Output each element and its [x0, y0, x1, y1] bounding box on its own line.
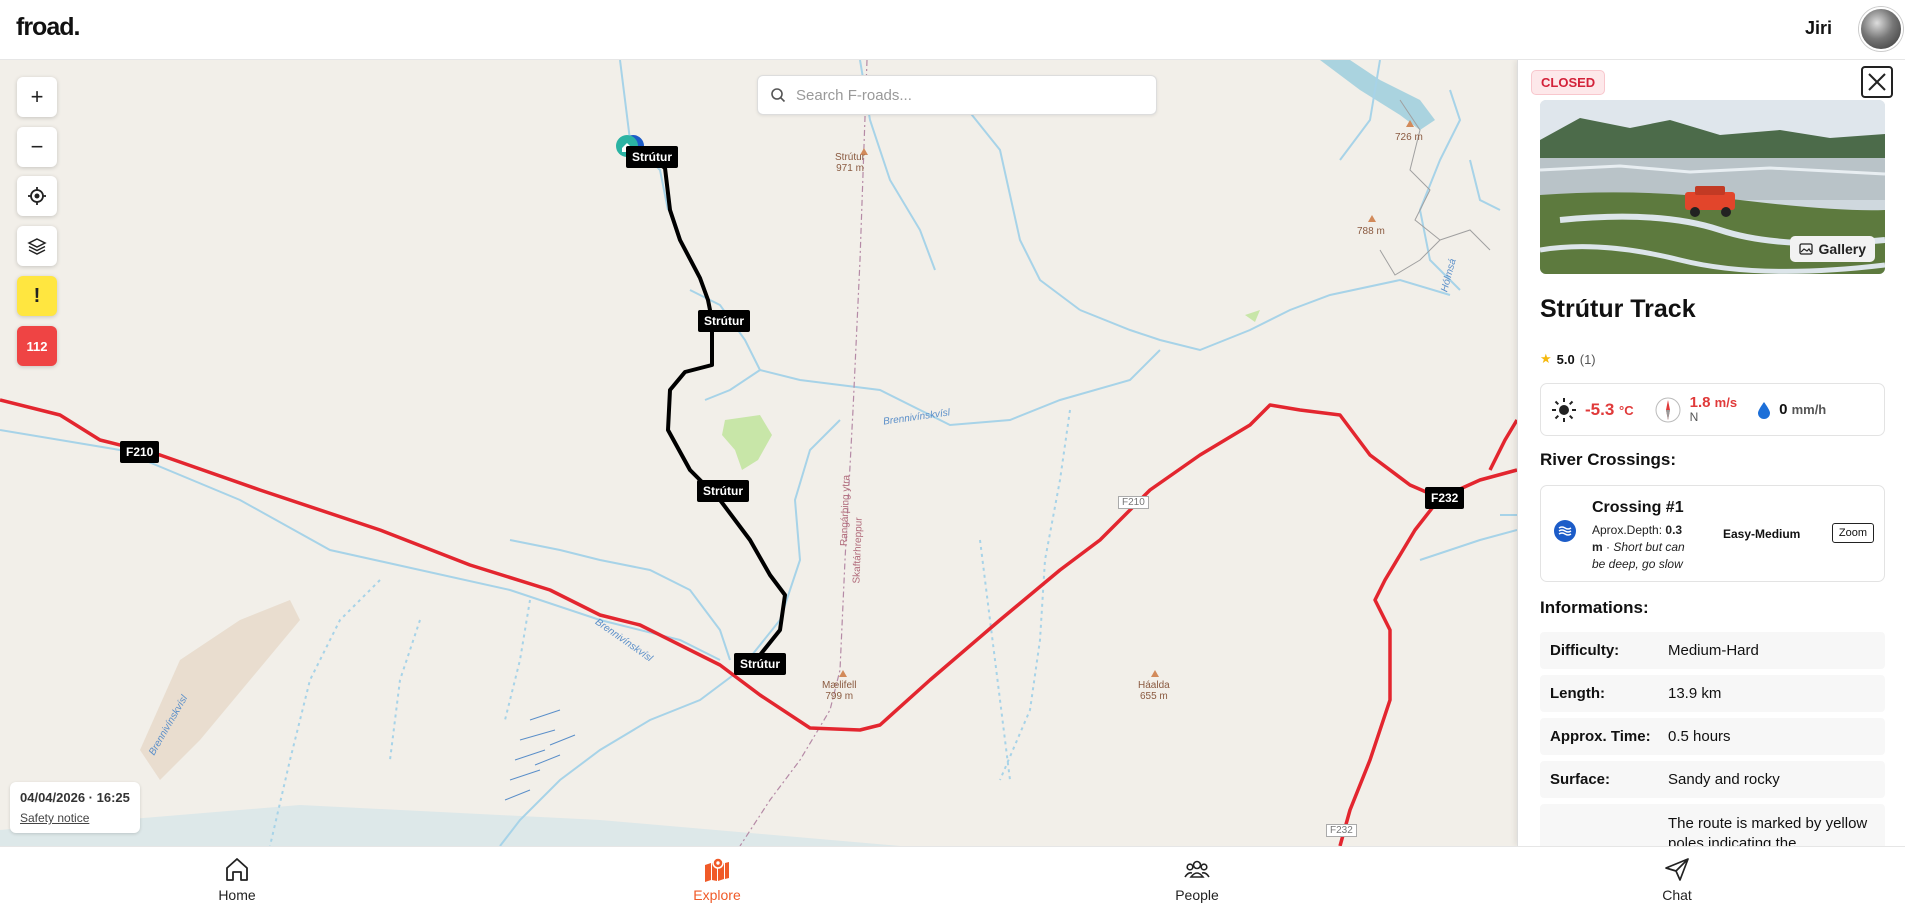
peak-label-strutur: Strútur 971 m	[835, 152, 866, 174]
route-title: Strútur Track	[1540, 295, 1696, 323]
crosshair-icon	[28, 187, 46, 205]
route-detail-panel: CLOSED Gallery Strútur Track ★ 5.0 (1) -…	[1517, 60, 1905, 846]
track-label[interactable]: Strútur	[698, 310, 750, 332]
home-icon	[226, 858, 248, 881]
rain: 0 mm/h	[1747, 401, 1836, 419]
gallery-button[interactable]: Gallery	[1789, 236, 1875, 262]
emergency-112-button[interactable]: 112	[17, 326, 57, 366]
crossing-title: Crossing #1	[1592, 499, 1684, 516]
nav-home[interactable]: Home	[177, 855, 297, 903]
map-canvas[interactable]: Strútur 971 m 726 m 788 m Mælifell 799 m H…	[0, 60, 1517, 846]
top-bar: froad. Jiri	[0, 0, 1905, 60]
nav-people[interactable]: People	[1137, 855, 1257, 903]
avatar[interactable]	[1859, 7, 1903, 51]
track-label[interactable]: Strútur	[697, 480, 749, 502]
map-background	[0, 60, 1517, 846]
search-input[interactable]	[796, 86, 1136, 104]
water-drop-icon	[1758, 401, 1771, 419]
road-shield: F232	[1326, 824, 1357, 837]
info-row-time: Approx. Time: 0.5 hours	[1540, 718, 1885, 755]
search-icon	[771, 88, 786, 103]
wind-unit: m/s	[1714, 394, 1738, 410]
app-logo[interactable]: froad.	[16, 13, 80, 42]
track-label[interactable]: Strútur	[734, 653, 786, 675]
people-icon	[1184, 860, 1210, 878]
close-icon	[1868, 73, 1886, 91]
rating-value: 5.0	[1556, 351, 1575, 367]
nav-explore-label: Explore	[693, 887, 741, 903]
date-box: 04/04/2026 · 16:25 Safety notice	[10, 782, 140, 833]
river-crossing-card[interactable]: Crossing #1 Aprox.Depth: 0.3 m · Short b…	[1540, 485, 1885, 582]
nav-home-label: Home	[218, 887, 256, 903]
zoom-out-button[interactable]: −	[17, 127, 57, 167]
waves-icon	[1554, 520, 1576, 542]
temperature: -5.3 °C	[1541, 397, 1644, 423]
peak-label-maelifell: Mælifell 799 m	[822, 680, 857, 702]
weather-card: -5.3 °C 1.8 m/s N 0 mm/h	[1540, 383, 1885, 436]
nav-people-label: People	[1175, 887, 1219, 903]
boundary-label: Skaftárhreppur	[851, 517, 865, 584]
status-badge: CLOSED	[1531, 70, 1606, 95]
peak-label-788: 788 m	[1357, 226, 1385, 237]
layers-icon	[27, 238, 47, 255]
road-label-f232[interactable]: F232	[1425, 487, 1465, 509]
info-row-difficulty: Difficulty: Medium-Hard	[1540, 632, 1885, 669]
nav-chat-label: Chat	[1662, 887, 1692, 903]
road-shield: F210	[1118, 496, 1149, 509]
crossing-description: Aprox.Depth: 0.3 m · Short but can be de…	[1592, 523, 1685, 571]
peak-label-haalda: Háalda 655 m	[1138, 680, 1170, 702]
zoom-in-button[interactable]: +	[17, 77, 57, 117]
user-name[interactable]: Jiri	[1805, 18, 1832, 39]
sun-icon	[1552, 397, 1576, 422]
informations-heading: Informations:	[1540, 598, 1649, 617]
temperature-value: -5.3	[1585, 399, 1615, 419]
zoom-to-crossing-button[interactable]: Zoom	[1831, 523, 1874, 543]
route-photo[interactable]: Gallery	[1540, 100, 1885, 274]
layers-button[interactable]	[17, 226, 57, 266]
send-icon	[1665, 858, 1689, 881]
peak-label-726: 726 m	[1395, 132, 1423, 143]
wind-direction: N	[1689, 409, 1699, 424]
river-crossings-heading: River Crossings:	[1540, 450, 1677, 469]
rating-count: (1)	[1579, 351, 1596, 367]
temperature-unit: °C	[1619, 402, 1634, 418]
track-label[interactable]: Strútur	[626, 146, 678, 168]
info-row-description: The route is marked by yellow poles indi…	[1540, 804, 1885, 846]
search-bar[interactable]	[757, 75, 1157, 115]
wind: 1.8 m/s N	[1644, 395, 1747, 425]
nav-explore[interactable]: Explore	[657, 855, 777, 903]
road-label-f210[interactable]: F210	[120, 441, 160, 463]
crossing-difficulty: Easy-Medium	[1723, 527, 1801, 541]
safety-notice-link[interactable]: Safety notice	[20, 811, 130, 825]
nav-chat[interactable]: Chat	[1617, 855, 1737, 903]
bottom-nav: Home Explore People Chat	[0, 846, 1905, 914]
info-row-surface: Surface: Sandy and rocky	[1540, 761, 1885, 798]
gallery-label: Gallery	[1818, 241, 1866, 257]
warning-button[interactable]: !	[17, 276, 57, 316]
info-row-length: Length: 13.9 km	[1540, 675, 1885, 712]
wind-speed: 1.8	[1689, 393, 1711, 411]
close-button[interactable]	[1861, 66, 1893, 98]
rating[interactable]: ★ 5.0 (1)	[1540, 351, 1596, 367]
star-icon: ★	[1540, 351, 1552, 366]
datetime-text: 04/04/2026 · 16:25	[20, 790, 130, 805]
map-pin-icon	[705, 857, 729, 882]
locate-button[interactable]	[17, 176, 57, 216]
compass-icon	[1655, 397, 1681, 422]
rain-value: 0	[1779, 401, 1788, 418]
image-icon	[1798, 243, 1813, 255]
rain-unit: mm/h	[1791, 402, 1827, 417]
